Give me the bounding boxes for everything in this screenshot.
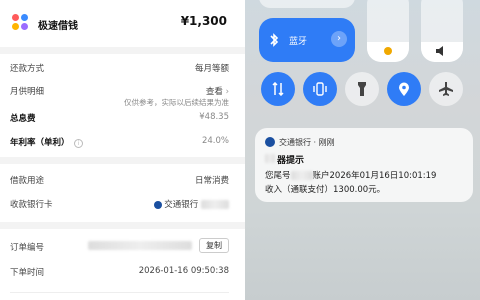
order-row: 订单编号 复制 (10, 238, 229, 253)
bank-value: 交通银行 (164, 200, 199, 210)
control-center-panel: 蓝牙 › 交通银行 · 刚刚 器提示 您尾号 账户2026年01月16日10:01… (245, 0, 480, 300)
annual-rate-label: 年利率（单利） (10, 138, 70, 148)
copy-button[interactable]: 复制 (199, 238, 229, 253)
airplane-toggle[interactable] (429, 72, 463, 106)
app-logo (12, 14, 30, 32)
speaker-icon (436, 46, 443, 56)
media-tile[interactable] (259, 0, 355, 8)
divider (0, 47, 245, 54)
bank-row: 收款银行卡 交通银行 (10, 198, 229, 210)
annual-rate-value: 24.0% (201, 136, 229, 146)
repay-method-row: 还款方式 每月等额 (10, 62, 229, 74)
notification-line1-suffix: 账户2026年01月16日10:01:19 (312, 171, 437, 181)
volume-slider[interactable] (421, 0, 463, 62)
mobile-data-toggle[interactable] (261, 72, 295, 106)
notification-body-line2: 收入（通联支付）1300.00元。 (265, 185, 386, 195)
notification-source: 交通银行 · 刚刚 (279, 138, 335, 147)
monthly-label: 月供明细 (10, 87, 45, 97)
bluetooth-tile[interactable]: 蓝牙 › (259, 18, 355, 62)
repay-method-label: 还款方式 (10, 64, 45, 74)
annual-rate-row: 年利率（单利） i 24.0% (10, 136, 229, 148)
bank-logo-icon (265, 137, 275, 147)
notification-body-line1: 您尾号 账户2026年01月16日10:01:19 (265, 169, 436, 181)
mobile-data-icon (272, 82, 284, 96)
repay-method-value: 每月等额 (194, 64, 229, 74)
purpose-value: 日常消费 (194, 176, 229, 186)
redacted-order-number (88, 241, 192, 250)
bank-notification[interactable]: 交通银行 · 刚刚 器提示 您尾号 账户2026年01月16日10:01:19 收… (255, 128, 473, 202)
flashlight-icon (358, 82, 366, 96)
brightness-icon (384, 47, 392, 55)
location-toggle[interactable] (387, 72, 421, 106)
airplane-icon (439, 82, 453, 96)
monthly-row[interactable]: 月供明细 查看 › (10, 85, 229, 97)
total-fee-value: ¥48.35 (199, 112, 229, 122)
bluetooth-icon (270, 33, 279, 47)
app-name: 极速借钱 (38, 21, 78, 32)
order-label: 订单编号 (10, 243, 45, 253)
monthly-value: 查看 (205, 87, 223, 97)
redacted-card-number (201, 200, 229, 209)
vibrate-toggle[interactable] (303, 72, 337, 106)
info-icon[interactable]: i (74, 139, 84, 148)
copy-label: 复制 (206, 241, 222, 250)
purpose-label: 借款用途 (10, 176, 45, 186)
bank-logo-icon (153, 200, 162, 209)
redacted-account (290, 171, 313, 180)
vibrate-icon (313, 82, 327, 96)
bottom-rule (10, 292, 229, 293)
loan-amount: ¥1,300 (180, 14, 227, 28)
total-fee-row: 总息费 ¥48.35 (10, 112, 229, 124)
divider (0, 222, 245, 229)
location-icon (399, 82, 409, 96)
flashlight-toggle[interactable] (345, 72, 379, 106)
time-row: 下单时间 2026-01-16 09:50:38 (10, 266, 229, 278)
time-value: 2026-01-16 09:50:38 (138, 266, 229, 276)
monthly-note: 仅供参考，实际以后续结果为准 (124, 98, 229, 107)
notification-title: 器提示 (277, 156, 305, 166)
purpose-row: 借款用途 日常消费 (10, 174, 229, 186)
loan-detail-panel: 极速借钱 ¥1,300 还款方式 每月等额 月供明细 查看 › 仅供参考，实际以… (0, 0, 245, 300)
notification-title-redacted (265, 154, 275, 163)
notification-line1-prefix: 您尾号 (265, 171, 291, 181)
chevron-right-icon: › (225, 87, 229, 97)
monthly-view-link[interactable]: 查看 › (206, 85, 229, 97)
divider (0, 157, 245, 164)
chevron-right-icon[interactable]: › (331, 31, 347, 47)
total-fee-label: 总息费 (10, 114, 36, 124)
time-label: 下单时间 (10, 268, 45, 278)
bluetooth-label: 蓝牙 (289, 37, 308, 47)
brightness-slider[interactable] (367, 0, 409, 62)
bank-label: 收款银行卡 (10, 200, 53, 210)
